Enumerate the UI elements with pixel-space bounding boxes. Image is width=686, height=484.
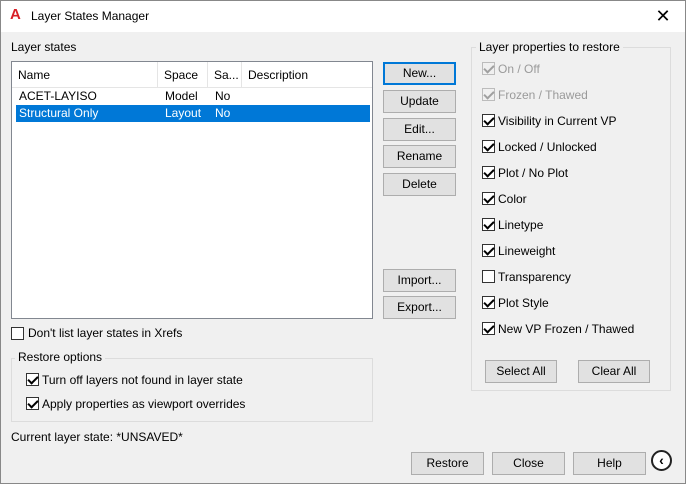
row-space: Layout (165, 106, 202, 120)
column-header-description[interactable]: Description (242, 62, 372, 88)
on-off-label: On / Off (498, 62, 540, 76)
window-title: Layer States Manager (31, 9, 150, 23)
list-header: Name Space Sa... Description (12, 62, 372, 88)
help-button[interactable]: Help (573, 452, 646, 475)
turn-off-layers-checkbox[interactable] (26, 373, 39, 386)
delete-button[interactable]: Delete (383, 173, 456, 196)
row-name: Structural Only (19, 106, 99, 120)
on-off-checkbox[interactable] (482, 62, 495, 75)
plot-style-checkbox[interactable] (482, 296, 495, 309)
plot-no-plot-label: Plot / No Plot (498, 166, 569, 180)
visibility-current-vp-label: Visibility in Current VP (498, 114, 617, 128)
frozen-thawed-checkbox[interactable] (482, 88, 495, 101)
restore-button[interactable]: Restore (411, 452, 484, 475)
new-button[interactable]: New... (383, 62, 456, 85)
list-row[interactable]: ACET-LAYISO Model No (16, 88, 370, 105)
column-header-name[interactable]: Name (12, 62, 158, 88)
autocad-logo-icon: A (10, 6, 21, 23)
row-saved: No (215, 106, 231, 120)
turn-off-layers-label: Turn off layers not found in layer state (42, 373, 243, 387)
lineweight-checkbox[interactable] (482, 244, 495, 257)
row-description (246, 88, 249, 105)
collapse-panel-icon[interactable]: ‹ (651, 450, 672, 471)
list-row-selected[interactable]: Structural Only Layout No (15, 104, 371, 123)
locked-unlocked-checkbox[interactable] (482, 140, 495, 153)
layer-properties-title: Layer properties to restore (476, 40, 623, 54)
linetype-checkbox[interactable] (482, 218, 495, 231)
transparency-label: Transparency (498, 270, 571, 284)
column-header-space[interactable]: Space (158, 62, 208, 88)
current-layer-state-text: Current layer state: *UNSAVED* (11, 430, 183, 444)
plot-style-label: Plot Style (498, 296, 549, 310)
lineweight-label: Lineweight (498, 244, 556, 258)
row-saved: No (215, 89, 231, 103)
restore-options-title: Restore options (15, 350, 106, 364)
restore-options-group (11, 358, 373, 422)
row-description (246, 105, 249, 122)
new-vp-frozen-thawed-label: New VP Frozen / Thawed (498, 322, 635, 336)
linetype-label: Linetype (498, 218, 544, 232)
clear-all-button[interactable]: Clear All (578, 360, 650, 383)
export-button[interactable]: Export... (383, 296, 456, 319)
import-button[interactable]: Import... (383, 269, 456, 292)
row-space: Model (165, 89, 198, 103)
layer-states-list[interactable]: Name Space Sa... Description ACET-LAYISO… (11, 61, 373, 319)
frozen-thawed-label: Frozen / Thawed (498, 88, 588, 102)
edit-button[interactable]: Edit... (383, 118, 456, 141)
color-checkbox[interactable] (482, 192, 495, 205)
layer-states-label: Layer states (11, 40, 77, 54)
update-button[interactable]: Update (383, 90, 456, 113)
apply-viewport-overrides-checkbox[interactable] (26, 397, 39, 410)
dont-list-xrefs-checkbox[interactable] (11, 327, 24, 340)
apply-viewport-overrides-label: Apply properties as viewport overrides (42, 397, 246, 411)
plot-no-plot-checkbox[interactable] (482, 166, 495, 179)
title-bar: A Layer States Manager ✕ (1, 1, 685, 32)
select-all-button[interactable]: Select All (485, 360, 557, 383)
color-label: Color (498, 192, 527, 206)
row-name: ACET-LAYISO (19, 89, 97, 103)
new-vp-frozen-thawed-checkbox[interactable] (482, 322, 495, 335)
rename-button[interactable]: Rename (383, 145, 456, 168)
dont-list-xrefs-label: Don't list layer states in Xrefs (28, 326, 183, 340)
layer-states-manager-dialog: A Layer States Manager ✕ Layer states Na… (0, 0, 686, 484)
transparency-checkbox[interactable] (482, 270, 495, 283)
column-header-saved[interactable]: Sa... (208, 62, 242, 88)
locked-unlocked-label: Locked / Unlocked (498, 140, 597, 154)
close-button[interactable]: Close (492, 452, 565, 475)
visibility-current-vp-checkbox[interactable] (482, 114, 495, 127)
close-window-button[interactable]: ✕ (641, 1, 685, 32)
